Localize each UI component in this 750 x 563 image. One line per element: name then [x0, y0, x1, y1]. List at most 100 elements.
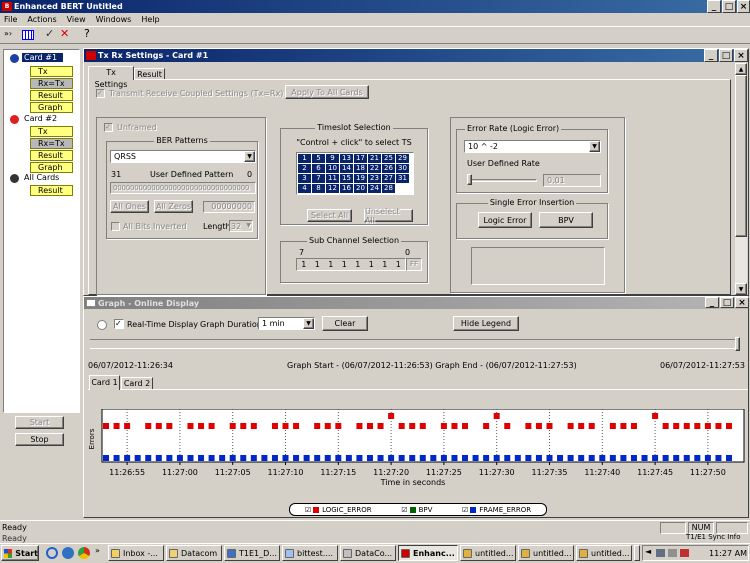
udr-slider-track[interactable] [467, 179, 537, 182]
menu-file[interactable]: File [3, 13, 22, 26]
help-icon[interactable]: ? [84, 27, 90, 40]
subchannel-bit[interactable]: 1 [328, 260, 333, 269]
tree-card2-rxtx[interactable]: Rx=Tx [30, 138, 73, 149]
tree-card2-result[interactable]: Result [30, 150, 73, 161]
graph-maximize-button[interactable]: □ [720, 297, 734, 308]
timeslot-cell[interactable]: 30 [396, 164, 409, 173]
scroll-up-icon[interactable]: ▲ [735, 63, 747, 75]
timeslot-cell[interactable]: 22 [368, 164, 381, 173]
tree-all-result[interactable]: Result [30, 185, 73, 196]
task-dataco[interactable]: DataCo... [340, 545, 396, 561]
quicklaunch-more-icon[interactable]: » [95, 546, 100, 555]
close-button[interactable]: × [737, 0, 750, 13]
quicklaunch-chrome-icon[interactable] [78, 547, 90, 559]
ber-pattern-select[interactable]: QRSS ▼ [110, 150, 256, 163]
udr-input[interactable]: 0.01 [543, 174, 601, 187]
inverted-checkbox[interactable] [111, 222, 120, 231]
tree-card1-graph[interactable]: Graph [30, 102, 73, 113]
legend-item[interactable]: ☑ LOGIC_ERROR [305, 506, 372, 514]
select-all-button[interactable]: Select All [307, 209, 352, 222]
duration-dropdown-icon[interactable]: ▼ [303, 318, 314, 329]
subchannel-bit[interactable]: 1 [301, 260, 306, 269]
timeslot-cell[interactable]: 20 [354, 184, 367, 193]
subchannel-bit[interactable]: 1 [396, 260, 401, 269]
tree-card2-tx[interactable]: Tx [30, 126, 73, 137]
legend-checkbox[interactable]: ☑ [305, 506, 311, 514]
task-untitled-4[interactable] [634, 545, 640, 561]
unframed-checkbox[interactable]: ✓ [104, 123, 113, 132]
timeslot-cell[interactable]: 31 [396, 174, 409, 183]
timeslot-cell[interactable]: 29 [396, 154, 409, 163]
tab-tx-settings[interactable]: Tx Settings [88, 66, 134, 89]
legend-item[interactable]: ☑ BPV [401, 506, 432, 514]
graph-close-button[interactable]: × [735, 297, 749, 308]
timeslot-cell[interactable]: 7 [312, 174, 325, 183]
graph-radio[interactable] [97, 320, 107, 330]
subchannel-bit[interactable]: 1 [342, 260, 347, 269]
all-ones-button[interactable]: All Ones [110, 200, 149, 213]
timeslot-cell[interactable]: 24 [368, 184, 381, 193]
timeslot-cell[interactable]: 9 [326, 154, 339, 163]
logic-error-button[interactable]: Logic Error [478, 212, 532, 228]
hide-legend-button[interactable]: Hide Legend [453, 316, 519, 331]
task-untitled-2[interactable]: untitled... [518, 545, 574, 561]
subchannel-bit[interactable]: 1 [355, 260, 360, 269]
cancel-x-icon[interactable]: ✕ [60, 27, 69, 40]
tree-card1-tx[interactable]: Tx [30, 66, 73, 77]
legend-checkbox[interactable]: ☑ [462, 506, 468, 514]
txrx-close-button[interactable]: × [734, 49, 748, 62]
tab-card1[interactable]: Card 1 [89, 375, 120, 390]
timeslot-cell[interactable]: 19 [354, 174, 367, 183]
timeslot-cell[interactable]: 18 [354, 164, 367, 173]
task-bittest[interactable]: bittest.... [282, 545, 338, 561]
scroll-thumb[interactable] [735, 75, 747, 237]
time-scroll-thumb[interactable] [735, 337, 740, 351]
timeslot-cell[interactable]: 23 [368, 174, 381, 183]
timeslot-cell[interactable]: 4 [298, 184, 311, 193]
length-dropdown-icon[interactable]: ▼ [246, 222, 251, 229]
tree-card1[interactable]: Card #1 [22, 53, 64, 62]
clear-button[interactable]: Clear [322, 316, 368, 331]
grid-icon[interactable] [22, 30, 34, 40]
udp-input[interactable]: 00000000000000000000000000000000 [110, 182, 256, 194]
task-t1e1[interactable]: T1E1_D... [224, 545, 280, 561]
check-icon[interactable]: ✓ [45, 27, 54, 40]
timeslot-cell[interactable]: 5 [312, 154, 325, 163]
timeslot-cell[interactable]: 26 [382, 164, 395, 173]
quicklaunch-explorer-icon[interactable] [62, 547, 74, 559]
subchannel-bit[interactable]: 1 [382, 260, 387, 269]
timeslot-cell[interactable]: 16 [340, 184, 353, 193]
minimize-button[interactable]: _ [707, 0, 721, 13]
apply-all-cards-button[interactable]: Apply To All Cards [285, 85, 369, 99]
menu-help[interactable]: Help [136, 13, 164, 26]
timeslot-cell[interactable]: 2 [298, 164, 311, 173]
graph-minimize-button[interactable]: _ [705, 297, 719, 308]
expand-icon[interactable]: »› [4, 29, 18, 41]
txrx-maximize-button[interactable]: □ [719, 49, 733, 62]
timeslot-cell[interactable]: 10 [326, 164, 339, 173]
bpv-button[interactable]: BPV [539, 212, 593, 228]
timeslot-cell[interactable]: 28 [382, 184, 395, 193]
realtime-checkbox[interactable]: ✓ [114, 319, 124, 329]
task-untitled-1[interactable]: untitled... [460, 545, 516, 561]
txrx-minimize-button[interactable]: _ [704, 49, 718, 62]
tree-card1-result[interactable]: Result [30, 90, 73, 101]
timeslot-cell[interactable]: 12 [326, 184, 339, 193]
task-inbox[interactable]: Inbox -... [108, 545, 164, 561]
menu-actions[interactable]: Actions [22, 13, 61, 26]
error-rate-select[interactable]: 10 ^ -2 ▼ [464, 140, 601, 153]
all-zeros-button[interactable]: All Zeros [154, 200, 193, 213]
subchannel-bit[interactable]: 1 [369, 260, 374, 269]
timeslot-cell[interactable]: 6 [312, 164, 325, 173]
txrx-scrollbar[interactable]: ▲ ▼ [735, 63, 747, 295]
legend-item[interactable]: ☑ FRAME_ERROR [462, 506, 531, 514]
time-scroll-track[interactable] [90, 339, 740, 349]
scroll-down-icon[interactable]: ▼ [735, 283, 747, 295]
legend-checkbox[interactable]: ☑ [401, 506, 407, 514]
tree-card1-rxtx[interactable]: Rx=Tx [30, 78, 73, 89]
unselect-all-button[interactable]: Unselect All [364, 207, 413, 225]
timeslot-cell[interactable]: 14 [340, 164, 353, 173]
timeslot-cell[interactable]: 17 [354, 154, 367, 163]
timeslot-cell[interactable]: 21 [368, 154, 381, 163]
menu-windows[interactable]: Windows [91, 13, 137, 26]
